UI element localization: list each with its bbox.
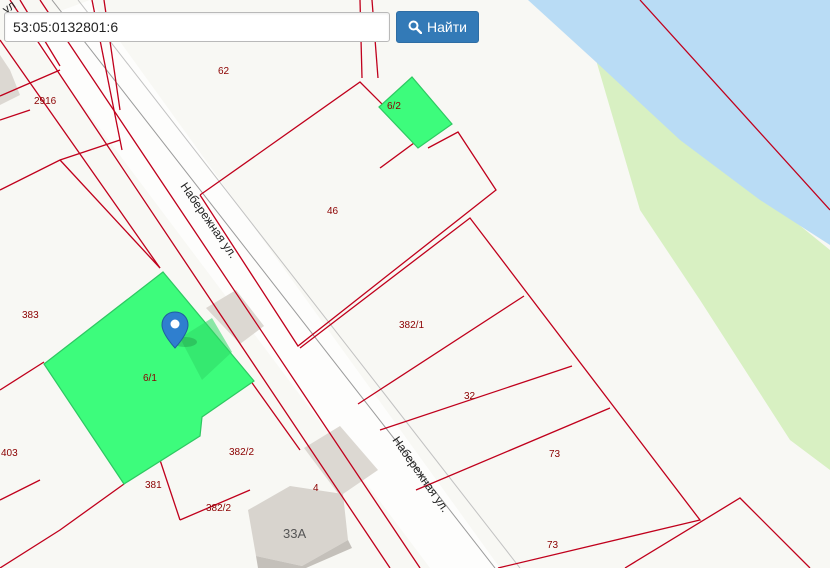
plot-label: 73 bbox=[549, 449, 561, 460]
plot-label: 382/2 bbox=[206, 503, 231, 514]
plot-label: 2916 bbox=[34, 96, 57, 107]
plot-label: 403 bbox=[1, 448, 18, 459]
plot-label: 46 bbox=[327, 206, 339, 217]
plot-label: 6/1 bbox=[143, 373, 157, 384]
building bbox=[0, 55, 20, 105]
plot-label: 4 bbox=[313, 483, 319, 494]
plot-label: 32 bbox=[464, 391, 476, 402]
search-button[interactable]: Найти bbox=[396, 11, 479, 43]
plot-label: 6/2 bbox=[387, 101, 401, 112]
search-bar: Найти bbox=[4, 11, 479, 43]
cadastral-search-input[interactable] bbox=[4, 12, 390, 42]
cadastral-map[interactable]: Набережная ул. Набережная ул. ул 62 2916… bbox=[0, 0, 830, 568]
plot-label: 382/1 bbox=[399, 320, 424, 331]
search-button-label: Найти bbox=[427, 19, 467, 35]
search-icon bbox=[408, 20, 422, 34]
plot-label: 383 bbox=[22, 310, 39, 321]
building-label: 33А bbox=[283, 526, 306, 541]
plot-label: 382/2 bbox=[229, 447, 254, 458]
selected-parcel-6-2[interactable] bbox=[378, 76, 453, 149]
plot-label: 62 bbox=[218, 66, 230, 77]
plot-label: 381 bbox=[145, 480, 162, 491]
plot-label: 73 bbox=[547, 540, 559, 551]
